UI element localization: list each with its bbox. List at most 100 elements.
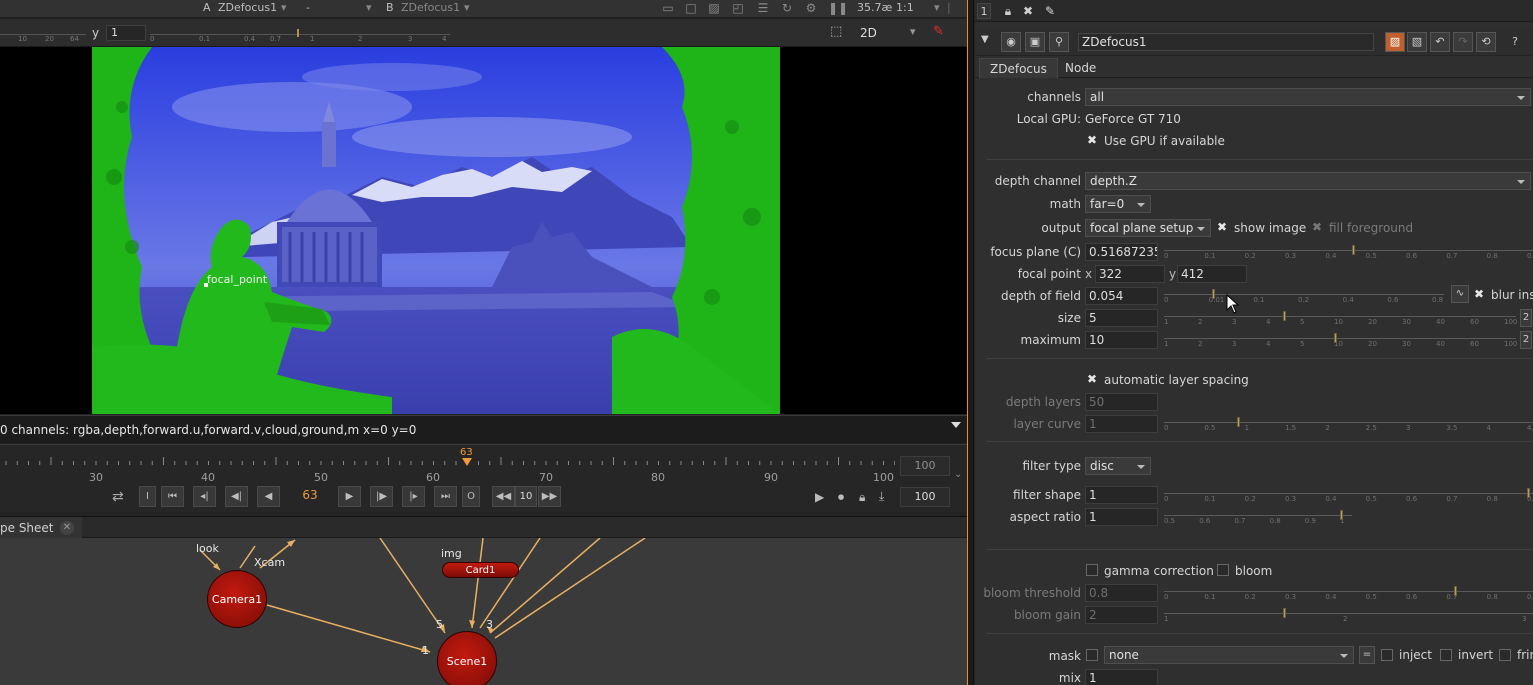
first-frame-icon[interactable]: ⏮ [161, 486, 184, 507]
tab-zdefocus[interactable]: ZDefocus [979, 58, 1058, 78]
current-frame-field[interactable]: 63 [290, 488, 330, 502]
timeline-ruler[interactable] [0, 455, 895, 467]
edit-icon[interactable]: ✎ [1042, 3, 1058, 19]
tab-node[interactable]: Node [1055, 58, 1106, 78]
lock-icon[interactable]: 🔒︎ [1000, 3, 1016, 19]
step-forward-icon[interactable]: |▶ [370, 486, 393, 507]
size-slider[interactable]: 1 2 3 4 5 10 20 30 40 60 100 [1164, 308, 1517, 328]
composite-op-dropdown[interactable]: - [306, 1, 310, 14]
help-icon[interactable]: ? [1505, 32, 1525, 52]
pixel-ratio[interactable]: 1:1 [896, 1, 914, 14]
maximum-channel-button[interactable]: 2 [1520, 331, 1532, 349]
slider-handle[interactable] [1236, 417, 1240, 427]
depth-layers-field[interactable]: 50 [1085, 393, 1158, 411]
mask-link-button[interactable]: = [1359, 646, 1375, 664]
overlay-icon[interactable]: ◰ [731, 1, 745, 15]
aspect-ratio-field[interactable]: 1 [1085, 508, 1158, 526]
step-back-icon[interactable]: ◀| [225, 486, 248, 507]
play-backward-icon[interactable]: ◀ [257, 486, 280, 507]
slider-track[interactable] [1164, 515, 1352, 516]
focus-plane-field[interactable]: 0.51687235 [1085, 243, 1158, 261]
maximum-field[interactable]: 10 [1085, 331, 1158, 349]
slider-handle[interactable] [1212, 289, 1216, 299]
filter-shape-slider[interactable]: 00.10.20.30.40.50.60.70.80.9 [1164, 485, 1533, 505]
gain-ruler[interactable]: 10 20 64 [0, 34, 86, 43]
paint-icon[interactable]: ✎ [933, 24, 944, 39]
skip-forward-icon[interactable]: ▶▶ [538, 486, 561, 507]
focus-plane-slider[interactable]: 0 0.1 0.2 0.3 0.4 0.5 0.6 0.7 0.8 0.9 [1164, 242, 1533, 262]
playhead-marker-icon[interactable] [462, 458, 472, 466]
layer-curve-field[interactable]: 1 [1085, 415, 1158, 433]
slider-handle[interactable] [1527, 488, 1530, 498]
viewer-toggle-icon[interactable]: ◉ [1001, 32, 1021, 52]
slider-track[interactable] [1164, 591, 1533, 592]
size-channel-button[interactable]: 2 [1520, 309, 1532, 327]
slider-handle[interactable] [1340, 510, 1343, 520]
input-b-dropdown[interactable]: ZDefocus1 [401, 1, 460, 14]
card-node[interactable]: Card1 [442, 562, 519, 578]
node-graph[interactable]: look Xcam img 5 3 1 Camera1 Card1 Scene1 [0, 538, 967, 685]
next-keyframe-icon[interactable]: |▸ [402, 486, 425, 507]
slider-track[interactable] [1164, 338, 1516, 339]
slider-handle[interactable] [1454, 586, 1458, 596]
zoom-value[interactable]: 35.7æ [857, 1, 892, 14]
fill-foreground-checkbox[interactable]: ✖ [1311, 221, 1323, 233]
slider-handle[interactable] [1334, 333, 1337, 343]
depth-of-field-slider[interactable]: 0 0.01 0.1 0.2 0.4 0.6 0.8 [1164, 286, 1444, 306]
input-a-caret-icon[interactable]: ▾ [281, 1, 287, 14]
gamma-handle[interactable] [297, 29, 299, 37]
node-color-icon[interactable]: ▨ [1385, 32, 1405, 52]
invert-checkbox[interactable] [1440, 649, 1452, 661]
panel-divider[interactable] [967, 0, 974, 685]
filter-type-dropdown[interactable]: disc [1085, 457, 1151, 475]
mask-channel-dropdown[interactable]: none [1104, 646, 1354, 664]
frame-increment-field[interactable]: 10 [515, 486, 537, 507]
lut-icon[interactable]: ☰ [756, 1, 770, 15]
timeline-expand-icon[interactable]: ⌄ [954, 469, 962, 480]
node-display-icon[interactable]: ▣ [1025, 32, 1045, 52]
bloom-gain-slider[interactable]: 1 2 3 [1164, 605, 1533, 625]
math-dropdown[interactable]: far=0 [1085, 195, 1151, 213]
bloom-threshold-field[interactable]: 0.8 [1085, 584, 1158, 602]
info-collapse-icon[interactable] [951, 422, 961, 428]
reset-icon[interactable]: ▧ [1407, 32, 1427, 52]
timeline[interactable]: 63 30 40 50 60 70 80 90 100 100 ⌄ ⇄ I ⏮ … [0, 444, 967, 512]
bloom-checkbox[interactable] [1217, 564, 1229, 576]
use-gpu-checkbox[interactable]: ✖ [1086, 134, 1098, 146]
extract-icon[interactable]: ⚲ [1049, 32, 1069, 52]
camera-node[interactable]: Camera1 [207, 570, 267, 628]
flipbook-icon[interactable]: ▶ [815, 490, 824, 504]
ratio-caret-icon[interactable]: ▾ [934, 1, 940, 14]
in-point-button[interactable]: I [139, 486, 156, 507]
slider-track[interactable] [1164, 316, 1516, 317]
pause-icon[interactable]: ❚❚ [828, 1, 848, 15]
show-image-checkbox[interactable]: ✖ [1216, 221, 1228, 233]
slider-track[interactable] [1164, 422, 1533, 423]
close-all-icon[interactable]: ✖ [1020, 3, 1036, 19]
inject-checkbox[interactable] [1381, 649, 1393, 661]
slider-track[interactable] [1164, 294, 1444, 295]
loop-icon[interactable]: ⇄ [112, 489, 124, 505]
channels-dropdown[interactable]: all [1085, 88, 1531, 106]
node-name-field[interactable]: ZDefocus1 [1078, 33, 1374, 51]
curve-icon[interactable]: ∿ [1451, 285, 1469, 303]
input-b-caret-icon[interactable]: ▾ [464, 1, 470, 14]
out-point-button[interactable]: O [462, 486, 480, 507]
redo-icon[interactable]: ↷ [1453, 32, 1473, 52]
bloom-threshold-slider[interactable]: 00.10.20.30.40.50.60.70.80.9 [1164, 583, 1533, 603]
slider-handle[interactable] [1282, 311, 1286, 321]
slider-track[interactable] [1164, 613, 1533, 614]
range-icon[interactable]: ⤓ [879, 489, 884, 504]
max-panels-field[interactable]: 1 [977, 3, 991, 19]
slider-handle[interactable] [1283, 608, 1287, 618]
view-mode-caret-icon[interactable]: ▾ [910, 25, 916, 38]
aspect-ratio-slider[interactable]: 0.5 0.6 0.7 0.8 0.9 1 [1164, 507, 1352, 527]
roi-select-icon[interactable]: ⬚ [830, 24, 842, 39]
composite-caret-icon[interactable]: ▾ [366, 1, 372, 14]
viewer-canvas[interactable]: focal_point [0, 47, 967, 414]
bloom-gain-field[interactable]: 2 [1085, 606, 1158, 624]
mix-field[interactable]: 1 [1085, 669, 1158, 685]
frame-icon[interactable]: □ [684, 1, 698, 15]
depth-channel-dropdown[interactable]: depth.Z [1085, 172, 1531, 190]
last-frame-icon[interactable]: ⏭ [434, 486, 457, 507]
